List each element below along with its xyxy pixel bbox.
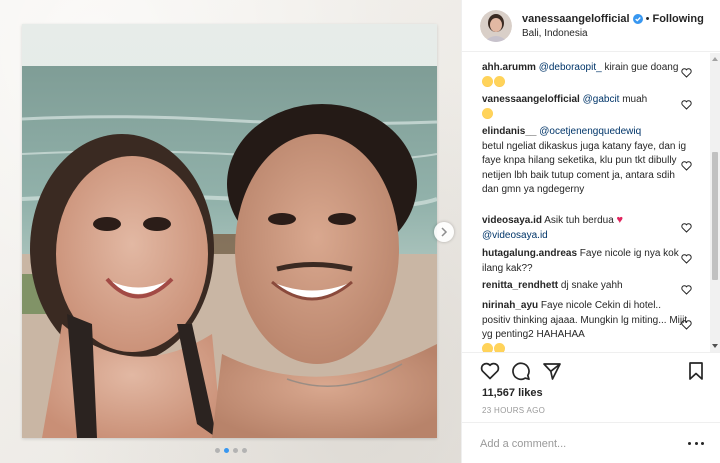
heart-outline-icon [681, 320, 692, 330]
carousel-dot [241, 448, 247, 453]
bookmark-icon [689, 362, 703, 380]
comment-input[interactable] [480, 435, 680, 453]
comment-username[interactable]: vanessaangelofficial [482, 94, 580, 105]
heart-outline-icon [681, 100, 692, 110]
post-media [0, 0, 461, 463]
comment-username[interactable]: renitta_rendhett [482, 280, 558, 291]
laughing-emoji-icon [482, 75, 493, 87]
carousel-indicator [0, 448, 461, 453]
avatar[interactable] [480, 9, 512, 42]
post-header: vanessaangelofficial • Following Bali, I… [462, 0, 720, 52]
scroll-up-arrow-icon[interactable] [712, 56, 718, 62]
heart-outline-icon [681, 68, 692, 78]
comment-like-button[interactable] [681, 223, 692, 233]
heart-outline-icon [681, 254, 692, 264]
comment-text: muah [619, 94, 648, 105]
post-location[interactable]: Bali, Indonesia [522, 28, 704, 39]
comment-mention[interactable]: @videosaya.id [482, 230, 548, 241]
more-options-icon [688, 441, 691, 445]
separator-dot: • [645, 12, 650, 25]
comment-item: hutagalung.andreas Faye nicole ig nya ko… [482, 247, 692, 276]
like-button[interactable] [480, 361, 500, 381]
more-options-icon [701, 441, 704, 445]
comment-text: dj snake yahh [560, 280, 623, 291]
comment-mention[interactable]: @gabcit [583, 94, 620, 105]
comment-username[interactable]: hutagalung.andreas [482, 248, 577, 259]
comment-username[interactable]: nirinah_ayu [482, 300, 538, 311]
heart-outline-icon [681, 161, 692, 171]
post-photo[interactable] [22, 24, 437, 438]
laughing-emoji-icon [494, 75, 505, 87]
comment-username[interactable]: ahh.arumm [482, 62, 536, 73]
comment-item: ahh.arumm @deboraopit_ kirain gue doang [482, 61, 692, 90]
share-button[interactable] [542, 361, 562, 381]
carousel-dot [214, 448, 220, 453]
likes-count[interactable]: 11,567 likes [482, 387, 543, 399]
comment-like-button[interactable] [681, 68, 692, 78]
comment-like-button[interactable] [681, 254, 692, 264]
comment-button[interactable] [511, 361, 531, 381]
laughing-emoji-icon [494, 342, 505, 352]
header-text: vanessaangelofficial • Following Bali, I… [522, 13, 704, 39]
comment-mention[interactable]: @deboraopit_ [539, 62, 602, 73]
blushing-emoji-icon [482, 107, 493, 119]
add-comment-bar [462, 422, 720, 463]
more-options-icon [694, 441, 698, 445]
comment-item: videosaya.id Asik tuh berdua ♥ @videosay… [482, 213, 692, 243]
scroll-down-arrow-icon[interactable] [712, 343, 718, 349]
comment-item: renitta_rendhett dj snake yahh [482, 279, 692, 294]
red-heart-emoji-icon: ♥ [616, 214, 624, 226]
comment-item: nirinah_ayu Faye nicole Cekin di hotel..… [482, 299, 692, 352]
heart-outline-icon [480, 362, 500, 380]
post-username[interactable]: vanessaangelofficial [522, 13, 630, 25]
header-line: vanessaangelofficial • Following [522, 13, 704, 25]
comment-text: kirain gue doang [601, 62, 679, 73]
comment-text: betul ngeliat dikaskus juga katany faye,… [482, 140, 687, 196]
comment-like-button[interactable] [681, 285, 692, 295]
laughing-emoji-icon [482, 342, 493, 352]
chevron-right-icon [441, 227, 448, 237]
comment-text: Asik tuh berdua [544, 215, 614, 226]
comment-username[interactable]: videosaya.id [482, 215, 542, 226]
heart-outline-icon [681, 223, 692, 233]
comment-username[interactable]: elindanis__ [482, 126, 536, 137]
comment-like-button[interactable] [681, 161, 692, 171]
post-side-panel: vanessaangelofficial • Following Bali, I… [461, 0, 720, 463]
comment-mention[interactable]: @ocetjenengquedewiq [539, 126, 641, 137]
heart-outline-icon [681, 285, 692, 295]
comment-item: elindanis__ @ocetjenengquedewiq betul ng… [482, 125, 692, 198]
scrollbar-thumb[interactable] [712, 152, 718, 280]
comment-item: vanessaangelofficial @gabcit muah [482, 93, 692, 122]
avatar-image [480, 9, 512, 42]
selfie-photo-illustration [22, 24, 437, 438]
comment-like-button[interactable] [681, 100, 692, 110]
post-timestamp[interactable]: 23 HOURS AGO [482, 406, 545, 415]
more-options-button[interactable] [688, 437, 704, 449]
verified-badge-icon [632, 13, 643, 24]
action-bar [462, 352, 720, 382]
following-button[interactable]: Following [652, 13, 703, 25]
carousel-dot [232, 448, 238, 453]
next-photo-button[interactable] [434, 222, 454, 242]
comment-like-button[interactable] [681, 320, 692, 330]
speech-bubble-icon [512, 362, 530, 381]
carousel-dot-active [223, 448, 229, 453]
save-button[interactable] [686, 361, 706, 381]
comments-list: ahh.arumm @deboraopit_ kirain gue doang … [462, 53, 720, 352]
paper-plane-icon [543, 363, 561, 380]
